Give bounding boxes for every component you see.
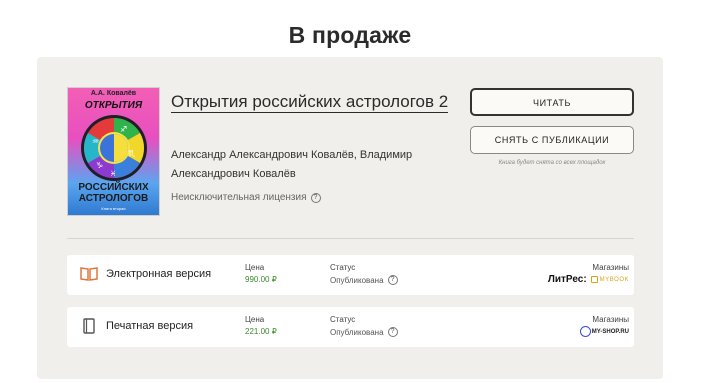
open-book-icon xyxy=(80,267,98,281)
read-button[interactable]: ЧИТАТЬ xyxy=(470,88,634,116)
book-icon xyxy=(83,318,95,334)
status-label: Статус xyxy=(330,263,356,272)
mybook-logo[interactable]: MYBOOK xyxy=(590,276,629,283)
unpublish-note: Книга будет снята со всех площадок xyxy=(498,160,606,166)
zodiac-wheel-image: ♐ ♒ ♏ ♑ ♓ xyxy=(81,115,147,181)
page-title: В продаже xyxy=(288,22,412,48)
status-value: Опубликована ? xyxy=(330,275,398,285)
svg-text:♓: ♓ xyxy=(110,170,116,178)
cover-title-line-1: РОССИЙСКИХ xyxy=(78,182,149,193)
cover-title-bottom: РОССИЙСКИХ АСТРОЛОГОВ xyxy=(68,182,159,204)
for-sale-panel: А.А. Ковалёв ОТКРЫТИЯ ♐ ♒ ♏ ♑ ♓ РОССИЙСК… xyxy=(37,57,663,379)
price-label: Цена xyxy=(245,263,265,272)
version-name: Электронная версия xyxy=(106,268,212,280)
price-value: 990.00 ₽ xyxy=(245,275,277,284)
cover-title-line-2: АСТРОЛОГОВ xyxy=(78,193,149,204)
status-text: Опубликована xyxy=(330,275,384,285)
license-label: Неисключительная лицензия xyxy=(171,192,307,203)
myshop-logo[interactable]: MY-SHOP.RU xyxy=(579,326,629,337)
book-title-link[interactable]: Открытия российских астрологов 2 xyxy=(171,90,461,113)
book-title-text: Открытия российских астрологов 2 xyxy=(171,92,449,113)
stores-label: Магазины xyxy=(592,315,629,324)
status-value: Опубликована ? xyxy=(330,327,398,337)
cover-title-top: ОТКРЫТИЯ xyxy=(84,100,143,111)
svg-text:♏: ♏ xyxy=(128,149,136,158)
stores-list: ЛитРес: MYBOOK xyxy=(548,274,629,285)
status-label: Статус xyxy=(330,315,356,324)
question-icon[interactable]: ? xyxy=(310,192,321,203)
divider xyxy=(67,238,634,239)
book-cover[interactable]: А.А. Ковалёв ОТКРЫТИЯ ♐ ♒ ♏ ♑ ♓ РОССИЙСК… xyxy=(67,87,160,216)
version-row-ebook[interactable]: Электронная версия Цена 990.00 ₽ Статус … xyxy=(67,255,634,295)
myshop-icon xyxy=(579,326,591,337)
cover-subtitle: Книга вторая xyxy=(101,206,126,211)
license-info: Неисключительная лицензия ? xyxy=(171,192,321,203)
mybook-text: MYBOOK xyxy=(599,276,629,283)
price-label: Цена xyxy=(245,315,265,324)
stores-list: MY-SHOP.RU xyxy=(579,326,629,337)
question-icon[interactable]: ? xyxy=(387,275,398,285)
price-value: 221.00 ₽ xyxy=(245,327,277,336)
unpublish-button[interactable]: СНЯТЬ С ПУБЛИКАЦИИ xyxy=(470,126,634,154)
svg-text:♐: ♐ xyxy=(120,125,127,134)
svg-text:♒: ♒ xyxy=(92,137,99,146)
mybook-icon xyxy=(590,276,598,283)
litres-logo[interactable]: ЛитРес: xyxy=(548,274,587,285)
question-icon[interactable]: ? xyxy=(387,327,398,337)
myshop-text: MY-SHOP.RU xyxy=(591,328,629,335)
svg-text:♑: ♑ xyxy=(96,161,103,170)
book-authors: Александр Александрович Ковалёв, Владими… xyxy=(171,149,413,180)
version-row-print[interactable]: Печатная версия Цена 221.00 ₽ Статус Опу… xyxy=(67,307,634,347)
cover-author: А.А. Ковалёв xyxy=(90,90,137,97)
version-name: Печатная версия xyxy=(106,320,194,332)
stores-label: Магазины xyxy=(592,263,629,272)
status-text: Опубликована xyxy=(330,327,384,337)
